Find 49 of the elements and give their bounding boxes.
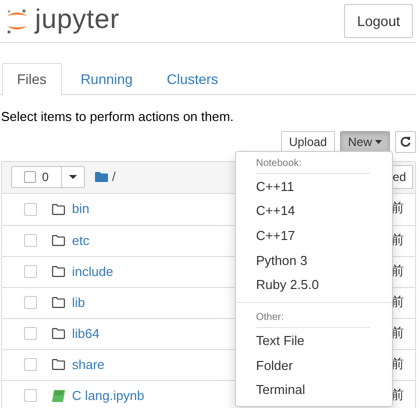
checkbox[interactable] — [24, 202, 37, 216]
folder-icon — [52, 204, 65, 214]
folder-icon — [52, 297, 65, 308]
checkbox[interactable] — [24, 358, 37, 371]
checkbox[interactable] — [24, 171, 36, 183]
menu-item[interactable]: C++11 — [236, 174, 392, 199]
menu-item[interactable]: Folder — [236, 353, 392, 378]
file-link[interactable]: lib64 — [72, 324, 100, 344]
folder-icon — [52, 235, 65, 246]
file-link[interactable]: share — [72, 354, 105, 374]
file-link[interactable]: include — [72, 262, 114, 282]
folder-icon — [52, 328, 65, 339]
file-link[interactable]: etc — [72, 230, 90, 250]
caret-icon — [69, 175, 77, 179]
menu-heading: Other: — [255, 311, 285, 326]
menu-item[interactable]: Terminal — [236, 378, 392, 402]
upload-button[interactable]: Upload — [280, 130, 335, 152]
logo-text: jupyter — [35, 6, 120, 36]
menu-heading: Notebook: — [255, 157, 303, 171]
folder-icon — [52, 359, 65, 370]
instruction-text: Select items to perform actions on them. — [0, 108, 235, 126]
select-all-control[interactable]: 0 — [11, 166, 85, 188]
menu-item[interactable]: C++14 — [236, 198, 392, 224]
folder-icon — [95, 172, 108, 182]
file-link[interactable]: bin — [72, 199, 90, 219]
tab[interactable]: Clusters — [152, 63, 234, 96]
new-button[interactable]: New — [340, 130, 390, 152]
menu-item[interactable]: C++17 — [236, 223, 392, 248]
refresh-button[interactable] — [395, 130, 416, 152]
checkbox[interactable] — [24, 327, 37, 340]
menu-item[interactable]: Text File — [236, 328, 392, 354]
tab[interactable]: Files — [2, 63, 62, 96]
folder-icon — [52, 266, 65, 277]
book-icon — [52, 390, 65, 402]
tab[interactable]: Running — [66, 63, 148, 96]
checkbox[interactable] — [24, 389, 37, 402]
menu-item[interactable]: Ruby 2.5.0 — [236, 272, 392, 298]
logout-button[interactable]: Logout — [344, 4, 413, 38]
checkbox[interactable] — [24, 234, 37, 247]
breadcrumb-path[interactable]: / — [112, 167, 116, 187]
caret-icon — [375, 140, 382, 144]
refresh-icon — [400, 136, 411, 147]
logo-icon — [5, 7, 29, 35]
menu-item[interactable]: Python 3 — [236, 248, 392, 273]
checkbox[interactable] — [24, 265, 37, 278]
checkbox[interactable] — [24, 296, 37, 309]
file-link[interactable]: C lang.ipynb — [72, 386, 144, 406]
file-link[interactable]: lib — [72, 292, 86, 312]
selected-count: 0 — [42, 169, 49, 186]
